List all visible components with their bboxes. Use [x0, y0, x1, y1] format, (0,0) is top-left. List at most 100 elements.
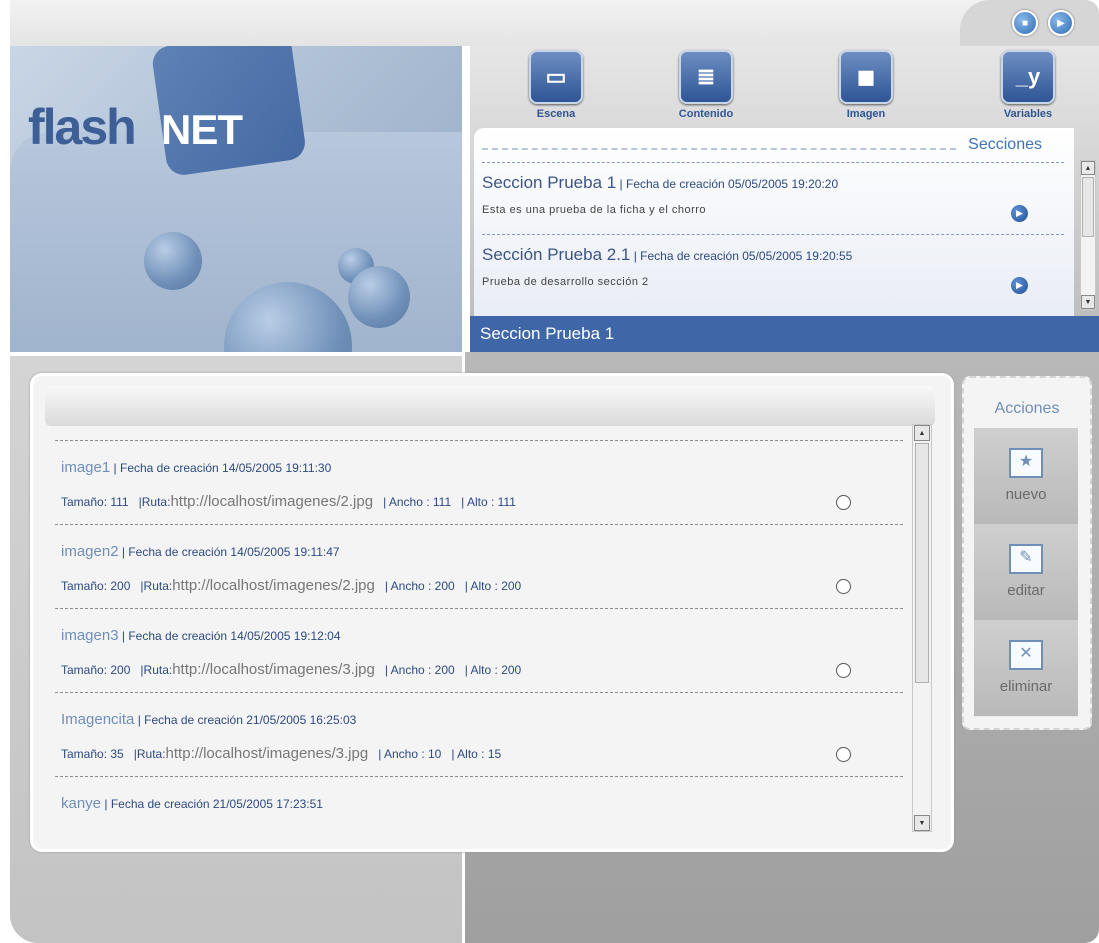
image-height: | Alto : 200: [464, 579, 522, 593]
image-list-header: [45, 386, 935, 426]
image-title: image1 | Fecha de creación 14/05/2005 19…: [61, 459, 331, 476]
image-date: | Fecha de creación 14/05/2005 19:11:47: [118, 545, 340, 559]
edit-icon: ✎: [1009, 544, 1043, 574]
image-list-item[interactable]: imagen2 | Fecha de creación 14/05/2005 1…: [55, 524, 903, 609]
image-name: Imagencita: [61, 711, 135, 728]
edit-button[interactable]: ✎ editar: [974, 524, 1078, 621]
toolbar-label: Contenido: [678, 108, 734, 120]
selected-section-title: Seccion Prueba 1: [480, 324, 615, 343]
section-list-item[interactable]: Sección Prueba 2.1 | Fecha de creación 0…: [482, 234, 1064, 307]
arrow-right-icon[interactable]: ▶: [1011, 277, 1028, 294]
select-radio[interactable]: [836, 747, 851, 762]
image-url: http://localhost/imagenes/3.jpg: [172, 661, 375, 678]
image-date: | Fecha de creación 21/05/2005 17:23:51: [101, 797, 323, 811]
image-list-panel: image1 | Fecha de creación 14/05/2005 19…: [30, 373, 954, 852]
sections-divider: [482, 148, 956, 150]
top-band: [10, 0, 1099, 46]
image-list-item[interactable]: kanye | Fecha de creación 21/05/2005 17:…: [55, 776, 903, 824]
image-width: | Ancho : 200: [384, 579, 455, 593]
image-route-label: |Ruta:: [138, 495, 171, 509]
image-url: http://localhost/imagenes/3.jpg: [165, 745, 369, 762]
section-description: Prueba de desarrollo sección 2: [482, 276, 649, 288]
document-icon: ≣: [679, 50, 733, 104]
select-radio[interactable]: [836, 495, 851, 510]
toolbar-label: Variables: [1003, 108, 1053, 120]
logo-text-flash: flash: [28, 99, 137, 155]
image-size: Tamaño: 200: [61, 579, 131, 593]
image-route-label: |Ruta:: [133, 747, 166, 761]
delete-button[interactable]: ✕ eliminar: [974, 620, 1078, 717]
stop-icon: ■: [1021, 17, 1029, 29]
actions-panel: Acciones ★ nuevo ✎ editar ✕ eliminar: [962, 376, 1092, 730]
image-size: Tamaño: 35: [61, 747, 124, 761]
toolbar-label: Imagen: [846, 108, 886, 120]
selected-section-bar: Seccion Prueba 1: [470, 316, 1099, 352]
app-window: ■ ▶ flash NET ▭ Escena ≣ Contenido ◼ Ima…: [0, 0, 1099, 943]
new-button[interactable]: ★ nuevo: [974, 428, 1078, 525]
image-icon: ◼: [839, 50, 893, 104]
image-title: imagen2 | Fecha de creación 14/05/2005 1…: [61, 543, 340, 560]
image-route-label: |Ruta:: [140, 579, 173, 593]
edit-button-label: editar: [1007, 582, 1045, 599]
image-size: Tamaño: 200: [61, 663, 131, 677]
toolbar-variables-button[interactable]: _y Variables: [988, 50, 1068, 120]
image-list-item[interactable]: image1 | Fecha de creación 14/05/2005 19…: [55, 440, 903, 525]
select-radio[interactable]: [836, 579, 851, 594]
stop-button[interactable]: ■: [1012, 10, 1038, 36]
scroll-up-icon[interactable]: ▲: [1081, 161, 1095, 175]
image-name: imagen2: [61, 543, 119, 560]
scene-icon: ▭: [529, 50, 583, 104]
delete-icon: ✕: [1009, 640, 1043, 670]
toolbar-imagen-button[interactable]: ◼ Imagen: [826, 50, 906, 120]
image-date: | Fecha de creación 14/05/2005 19:12:04: [118, 629, 341, 643]
image-title: kanye | Fecha de creación 21/05/2005 17:…: [61, 795, 323, 812]
image-details: Tamaño: 200 |Ruta:http://localhost/image…: [61, 577, 521, 594]
image-list-item[interactable]: imagen3 | Fecha de creación 14/05/2005 1…: [55, 608, 903, 693]
scroll-down-icon[interactable]: ▼: [1081, 295, 1095, 309]
sections-heading: Secciones: [968, 136, 1042, 153]
section-title: Sección Prueba 2.1 | Fecha de creación 0…: [482, 245, 852, 265]
image-date: | Fecha de creación 14/05/2005 19:11:30: [110, 461, 332, 475]
section-date: | Fecha de creación 05/05/2005 19:20:20: [616, 177, 839, 191]
image-details: Tamaño: 35 |Ruta:http://localhost/imagen…: [61, 745, 501, 762]
image-details: Tamaño: 200 |Ruta:http://localhost/image…: [61, 661, 521, 678]
section-title: Seccion Prueba 1 | Fecha de creación 05/…: [482, 173, 838, 193]
logo-text-net: NET: [161, 106, 243, 153]
scroll-up-icon[interactable]: ▲: [914, 425, 930, 441]
image-list-scrollbar[interactable]: ▲ ▼: [912, 424, 932, 832]
toolbar-escena-button[interactable]: ▭ Escena: [516, 50, 596, 120]
actions-title: Acciones: [994, 400, 1060, 417]
image-route-label: |Ruta:: [140, 663, 173, 677]
image-name: kanye: [61, 795, 102, 812]
image-height: | Alto : 200: [464, 663, 522, 677]
arrow-right-icon[interactable]: ▶: [1011, 205, 1028, 222]
section-name: Seccion Prueba 1: [482, 173, 617, 192]
sections-panel: Secciones Seccion Prueba 1 | Fecha de cr…: [474, 128, 1074, 316]
image-list-item[interactable]: Imagencita | Fecha de creación 21/05/200…: [55, 692, 903, 777]
new-button-label: nuevo: [1005, 486, 1047, 503]
image-details: Tamaño: 111 |Ruta:http://localhost/image…: [61, 493, 516, 510]
section-date: | Fecha de creación 05/05/2005 19:20:55: [630, 249, 853, 263]
image-name: image1: [61, 459, 111, 476]
sections-scrollbar[interactable]: ▲ ▼: [1080, 160, 1096, 310]
image-title: Imagencita | Fecha de creación 21/05/200…: [61, 711, 356, 728]
image-size: Tamaño: 111: [61, 495, 129, 509]
section-description: Esta es una prueba de la ficha y el chor…: [482, 204, 707, 216]
image-url: http://localhost/imagenes/2.jpg: [172, 577, 375, 594]
toolbar-label: Escena: [536, 108, 576, 120]
scroll-thumb[interactable]: [915, 443, 929, 683]
play-button[interactable]: ▶: [1048, 10, 1074, 36]
section-list-item[interactable]: Seccion Prueba 1 | Fecha de creación 05/…: [482, 162, 1064, 235]
image-width: | Ancho : 200: [384, 663, 455, 677]
scroll-down-icon[interactable]: ▼: [914, 815, 930, 831]
scroll-thumb[interactable]: [1082, 177, 1094, 237]
image-width: | Ancho : 10: [378, 747, 442, 761]
new-icon: ★: [1009, 448, 1043, 478]
section-name: Sección Prueba 2.1: [482, 245, 631, 264]
select-radio[interactable]: [836, 663, 851, 678]
image-list: image1 | Fecha de creación 14/05/2005 19…: [55, 440, 903, 824]
play-icon: ▶: [1057, 17, 1065, 29]
image-height: | Alto : 111: [461, 495, 516, 509]
toolbar-contenido-button[interactable]: ≣ Contenido: [666, 50, 746, 120]
image-title: imagen3 | Fecha de creación 14/05/2005 1…: [61, 627, 341, 644]
